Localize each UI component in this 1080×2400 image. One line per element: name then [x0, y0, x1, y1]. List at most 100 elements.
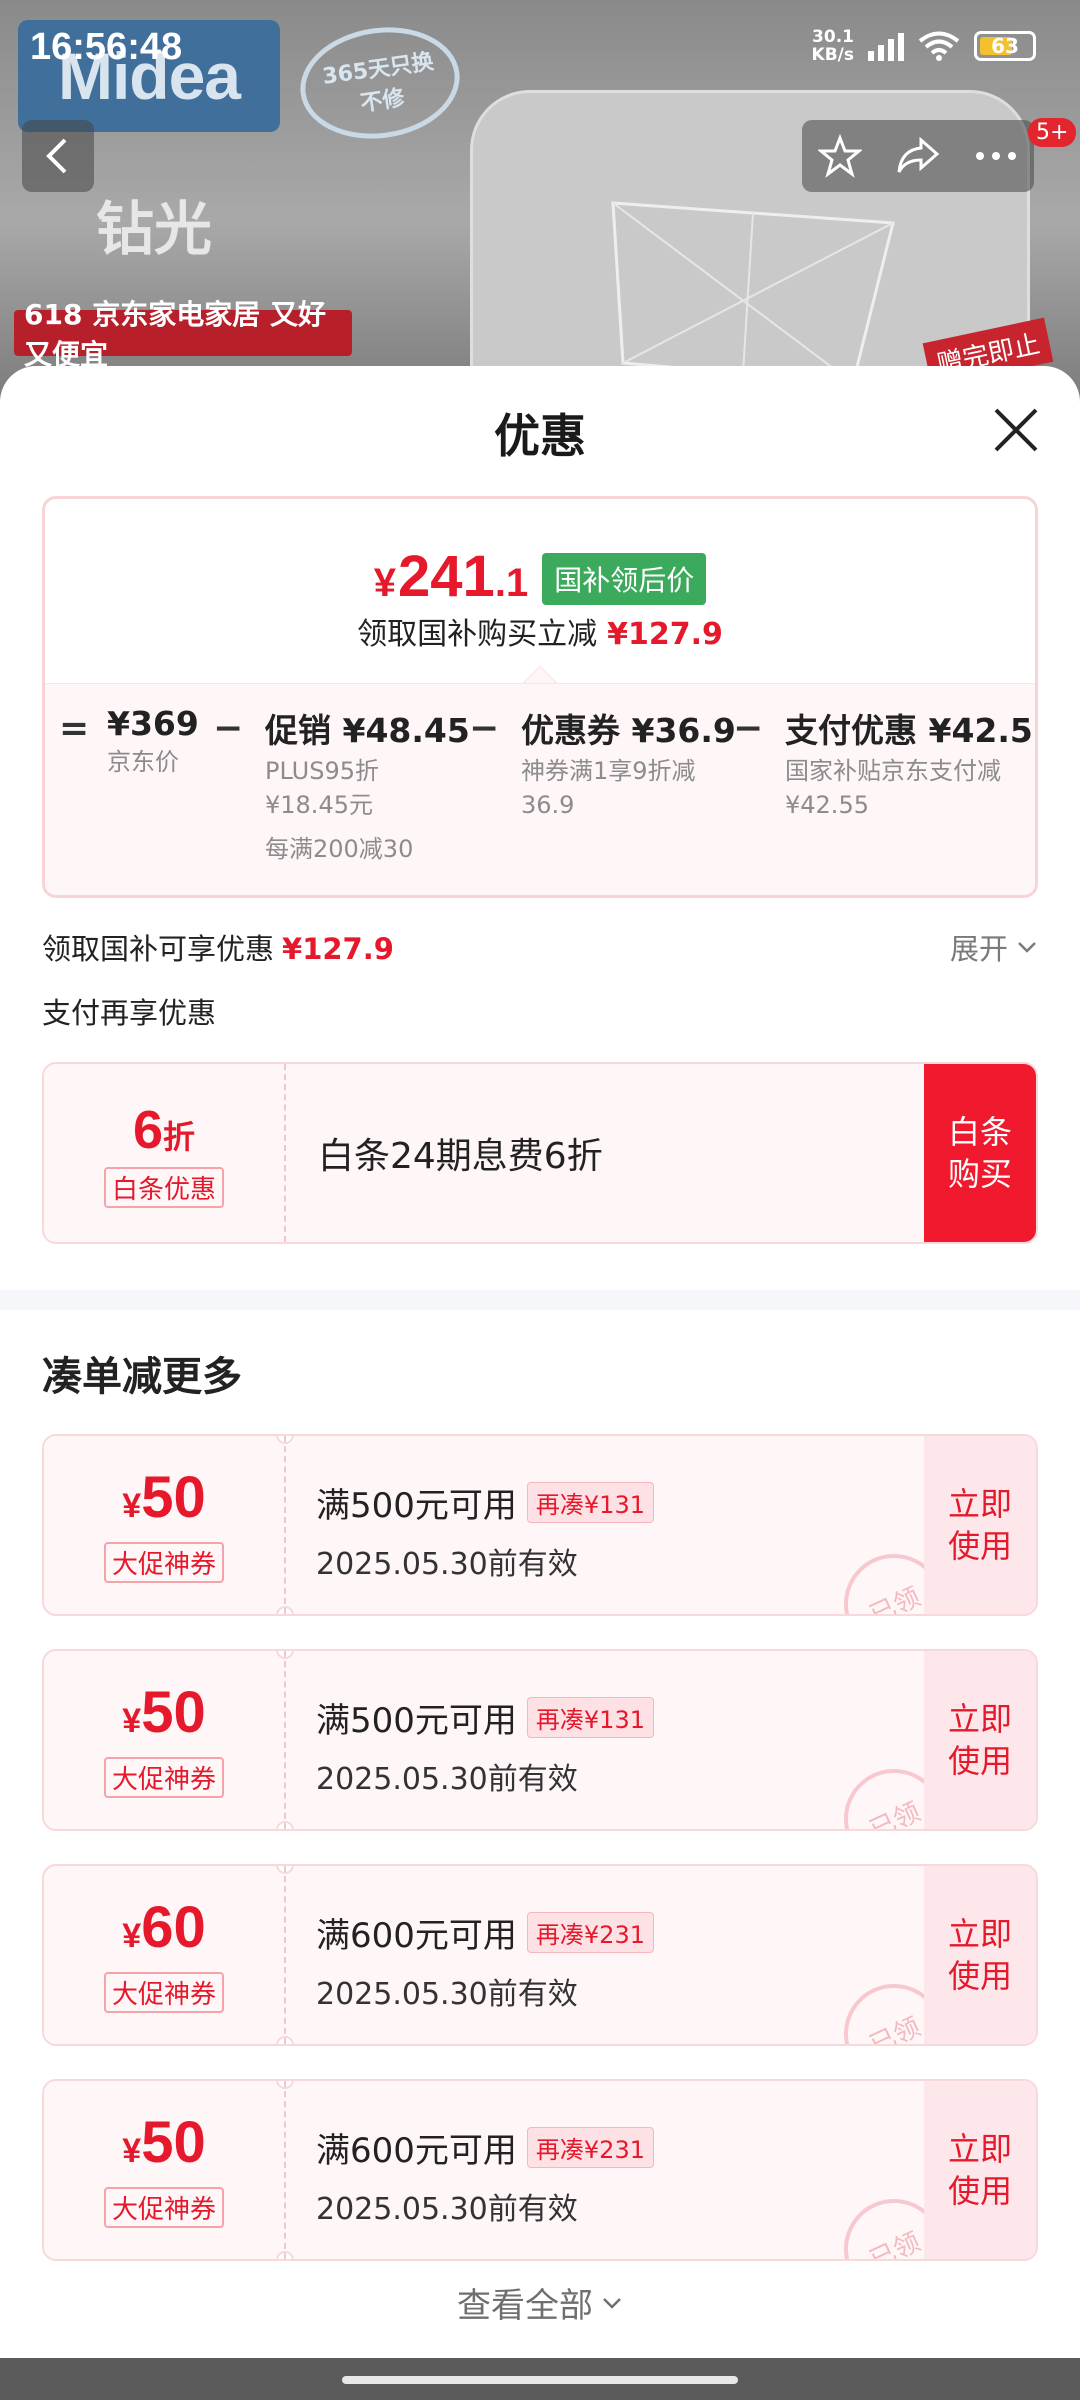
use-coupon-label: 立即使用: [947, 1485, 1012, 1565]
coupon-amount-value: 50: [141, 1464, 206, 1530]
coupon-details: 满600元可用 再凑¥231 2025.05.30前有效: [316, 1908, 654, 2013]
use-coupon-button[interactable]: 立即使用: [924, 1866, 1036, 2044]
use-coupon-button[interactable]: 立即使用: [924, 1651, 1036, 1829]
coupon-tag: 大促神券: [103, 2186, 224, 2228]
final-price-decimal: .1: [494, 561, 529, 605]
clock: 16:56:48: [30, 26, 183, 68]
baitiao-description: 白条24期息费6折: [318, 1136, 603, 1177]
coupon-card: ¥50 大促神券 满500元可用 再凑¥131 2025.05.30前有效 已领 …: [42, 1434, 1038, 1616]
coupon-card: ¥50 大促神券 满500元可用 再凑¥131 2025.05.30前有效 已领 …: [42, 1649, 1038, 1831]
status-bar: 16:56:48 30.1 KB/s 63: [0, 0, 1080, 92]
coupon-currency: ¥: [122, 2131, 142, 2170]
coupon-tag: 大促神券: [103, 1756, 224, 1798]
baitiao-discount: 6折 白条优惠: [44, 1064, 284, 1242]
coupon-card: ¥50 大促神券 满600元可用 再凑¥231 2025.05.30前有效 已领 …: [42, 2079, 1038, 2261]
price-breakdown: = ¥369 京东价 − 促销 ¥48.45 PLUS95折 ¥18.45元 每…: [45, 683, 1035, 895]
coupon-details: 满600元可用 再凑¥231 2025.05.30前有效: [316, 2123, 654, 2228]
use-coupon-label: 立即使用: [947, 2130, 1012, 2210]
instant-discount-amount: ¥127.9: [607, 617, 723, 652]
coupon-value: ¥50 大促神券: [44, 1651, 284, 1829]
breakdown-sub-extra: 每满200减30: [265, 835, 414, 863]
divider: [284, 1866, 286, 2044]
use-coupon-button[interactable]: 立即使用: [924, 2081, 1036, 2259]
baitiao-discount-value: 6折: [133, 1099, 195, 1161]
promo-strip: 618 京东家电家居 又好又便宜: [14, 298, 352, 371]
payment-discount-title: 支付再享优惠: [42, 996, 217, 1030]
coupon-amount: ¥50: [122, 2109, 206, 2181]
use-coupon-button[interactable]: 立即使用: [924, 1436, 1036, 1614]
coupon-validity: 2025.05.30前有效: [316, 1547, 578, 1582]
coupon-amount: ¥50: [122, 1464, 206, 1536]
coupon-value: ¥50 大促神券: [44, 2081, 284, 2259]
coupon-tag: 大促神券: [103, 1971, 224, 2013]
subsidy-label: 领取国补可享优惠: [42, 932, 275, 966]
battery-level: 63: [991, 34, 1019, 58]
minus-sign: −: [213, 708, 244, 749]
breakdown-sub: 国家补贴京东支付减 ¥42.55: [785, 757, 1001, 819]
baitiao-offer-card: 6折 白条优惠 白条24期息费6折 白条购买: [42, 1062, 1038, 1244]
coupon-currency: ¥: [122, 1916, 142, 1955]
coupon-amount-value: 60: [141, 1894, 206, 1960]
expand-label: 展开: [949, 932, 1008, 966]
coupon-value: ¥60 大促神券: [44, 1866, 284, 2044]
cart-count-badge: 5+: [1028, 118, 1077, 147]
coupon-details: 满500元可用 再凑¥131 2025.05.30前有效: [316, 1693, 654, 1798]
coupon-extra-tag: 再凑¥131: [526, 1697, 654, 1738]
coupon-validity: 2025.05.30前有效: [316, 2192, 578, 2227]
final-price-currency: ¥: [373, 561, 397, 605]
use-coupon-label: 立即使用: [947, 1915, 1012, 1995]
chevron-down-icon: [603, 2297, 621, 2309]
divider: [284, 1651, 286, 1829]
coupon-condition: 满600元可用: [316, 2131, 517, 2171]
divider: [284, 1064, 286, 1242]
close-icon[interactable]: [990, 404, 1042, 456]
minus-sign: −: [733, 708, 764, 749]
divider: [284, 2081, 286, 2259]
discount-unit: 折: [163, 1118, 196, 1155]
cellular-signal-icon: [868, 31, 904, 61]
back-button[interactable]: [22, 120, 94, 192]
coupon-card: ¥60 大促神券 满600元可用 再凑¥231 2025.05.30前有效 已领 …: [42, 1864, 1038, 2046]
equals-sign: =: [59, 708, 90, 749]
baitiao-tag: 白条优惠: [103, 1166, 224, 1208]
net-speed-unit: KB/s: [811, 45, 854, 65]
subsidy-price-tag: 国补领后价: [542, 553, 707, 605]
more-discount-title: 凑单减更多: [42, 1354, 242, 1400]
final-price-row: ¥241.1 国补领后价: [45, 543, 1035, 611]
instant-discount-row: 领取国补购买立减 ¥127.9: [45, 609, 1035, 653]
share-icon[interactable]: [895, 134, 941, 178]
top-actions: [802, 120, 1034, 192]
sheet-title: 优惠: [494, 409, 586, 463]
discount-number: 6: [132, 1099, 164, 1160]
baitiao-buy-button[interactable]: 白条购买: [924, 1064, 1036, 1242]
coupon-value: ¥50 大促神券: [44, 1436, 284, 1614]
breakdown-main: 促销 ¥48.45: [265, 711, 470, 750]
network-speed: 30.1 KB/s: [812, 28, 854, 64]
battery-icon: 63: [974, 31, 1036, 61]
divider: [284, 1436, 286, 1614]
final-price-integer: 241: [398, 544, 495, 609]
breakdown-sub: 神券满1享9折减 36.9: [521, 757, 696, 819]
breakdown-main: 优惠券 ¥36.9: [521, 711, 736, 750]
coupon-tag: 大促神券: [103, 1541, 224, 1583]
star-icon[interactable]: [818, 134, 863, 178]
breakdown-promotion: 促销 ¥48.45 PLUS95折 ¥18.45元 每满200减30: [265, 704, 470, 866]
net-speed-value: 30.1: [812, 27, 854, 47]
breakdown-main: ¥369: [107, 704, 199, 743]
discount-sheet: 优惠 ¥241.1 国补领后价 领取国补购买立减 ¥127.9 = ¥369 京东…: [0, 366, 1080, 2358]
price-summary-card: ¥241.1 国补领后价 领取国补购买立减 ¥127.9 = ¥369 京东价 −…: [42, 496, 1038, 898]
more-icon[interactable]: [974, 150, 1018, 162]
coupon-amount-value: 50: [141, 1679, 206, 1745]
coupon-condition: 满600元可用: [316, 1916, 517, 1956]
section-divider: [0, 1290, 1080, 1310]
home-indicator[interactable]: [342, 2376, 738, 2384]
breakdown-sub: 京东价: [107, 748, 179, 776]
view-all-button[interactable]: 查看全部: [0, 2278, 1080, 2327]
coupon-extra-tag: 再凑¥131: [526, 1482, 654, 1523]
coupon-amount-value: 50: [141, 2109, 206, 2175]
coupon-currency: ¥: [122, 1486, 142, 1525]
minus-sign: −: [469, 708, 500, 749]
use-coupon-label: 立即使用: [947, 1700, 1012, 1780]
expand-button[interactable]: 展开: [950, 926, 1038, 968]
baitiao-buy-label: 白条购买: [947, 1113, 1012, 1193]
